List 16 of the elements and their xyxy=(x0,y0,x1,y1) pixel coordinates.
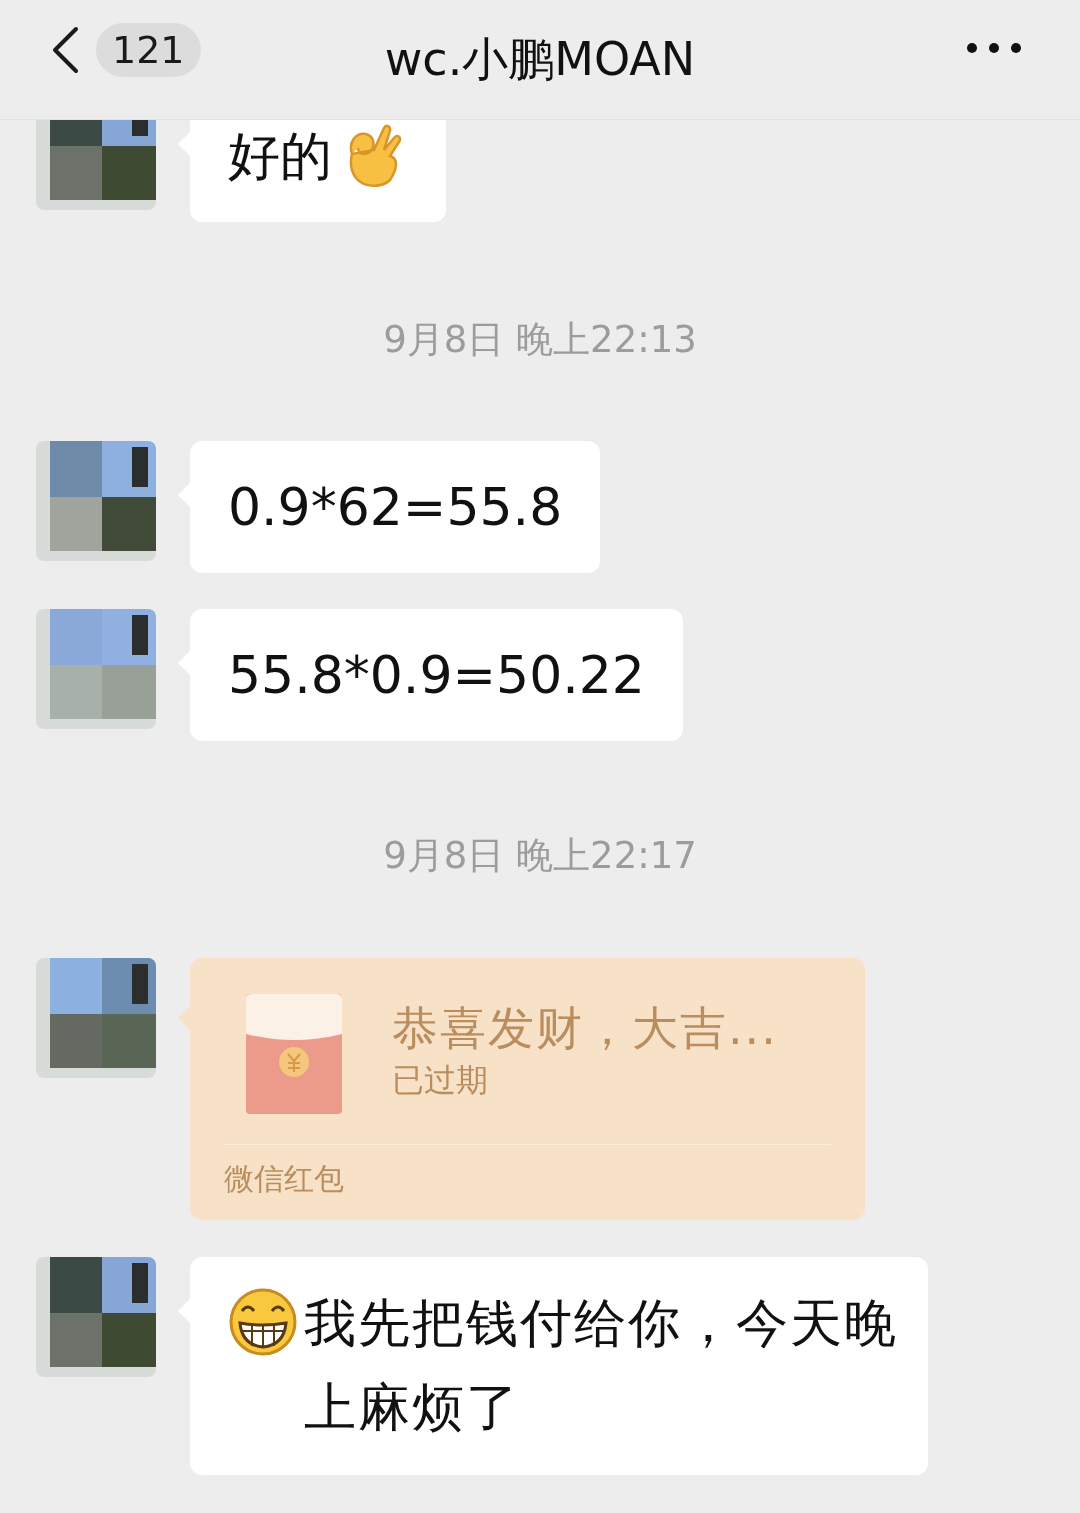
timestamp: 9月8日 晚上22:13 xyxy=(383,318,697,362)
timestamp: 9月8日 晚上22:17 xyxy=(383,834,697,878)
envelope-label: 微信红包 xyxy=(224,1161,344,1196)
message-text: 55.8*0.9=50.22 xyxy=(228,645,645,705)
message-text: 好的 xyxy=(228,126,332,186)
message-text: 0.9*62=55.8 xyxy=(228,477,563,537)
chat-title: wc.小鹏MOAN xyxy=(384,31,696,88)
envelope-title: 恭喜发财，大吉... xyxy=(392,1000,778,1057)
envelope-status: 已过期 xyxy=(392,1060,489,1101)
money-envelope-card[interactable]: 恭喜发财，大吉... 已过期 微信红包 xyxy=(190,958,865,1220)
grinning-face-icon xyxy=(228,1287,298,1357)
envelope-icon xyxy=(246,994,342,1114)
message-text: 我先把钱付给你，今天晚上麻烦了 xyxy=(304,1292,898,1439)
unread-count-badge: 121 xyxy=(96,23,201,77)
more-icon[interactable] xyxy=(966,42,1022,54)
back-icon[interactable] xyxy=(50,26,80,74)
